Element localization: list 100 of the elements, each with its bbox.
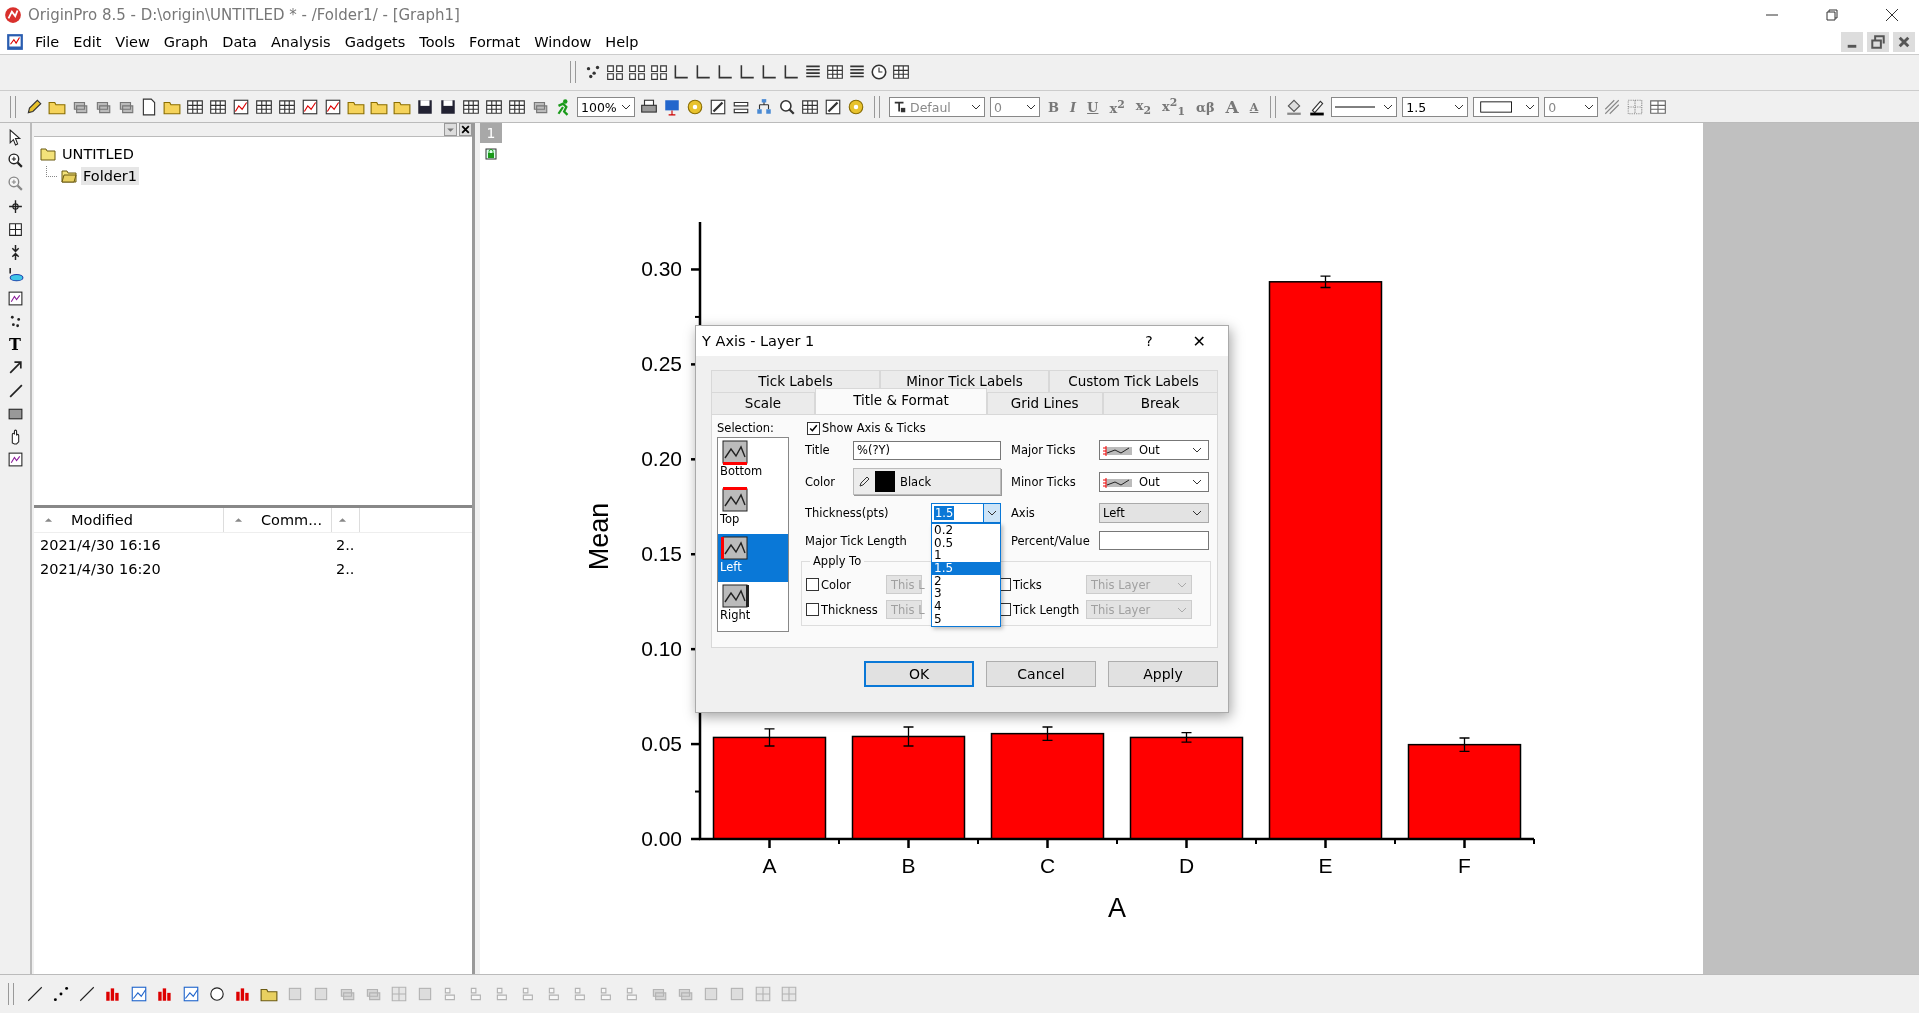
tab[interactable]: Grid Lines	[987, 392, 1103, 414]
bars-icon[interactable]	[234, 985, 252, 1003]
menu-item[interactable]: View	[108, 34, 157, 50]
lock-icon[interactable]	[485, 148, 497, 160]
dropdown-option[interactable]: 5	[932, 612, 1000, 626]
axes-icon[interactable]	[716, 63, 734, 81]
graph-document-icon[interactable]	[6, 33, 24, 51]
format-button[interactable]: αβ	[1192, 99, 1218, 115]
grid-icon[interactable]	[650, 63, 668, 81]
line-width-dropdown[interactable]: 1.5	[1402, 97, 1469, 117]
line-icon[interactable]	[26, 985, 44, 1003]
menu-item[interactable]: Format	[462, 34, 528, 50]
pencil-icon[interactable]	[709, 98, 727, 116]
menu-item[interactable]: Help	[598, 34, 646, 50]
menu-item[interactable]: Graph	[156, 34, 216, 50]
dialog-button[interactable]: Cancel	[986, 661, 1096, 687]
list-item[interactable]: Right	[718, 582, 788, 630]
thickness-dropdown[interactable]: 1.5	[931, 503, 1001, 523]
menu-item[interactable]: Gadgets	[337, 34, 413, 50]
column-header[interactable]: Modified	[34, 508, 224, 532]
format-button[interactable]: I	[1067, 99, 1080, 115]
dropdown-option[interactable]: 2	[932, 574, 1000, 588]
major-ticks-dropdown[interactable]: Out	[1099, 440, 1209, 460]
save-icon[interactable]	[439, 98, 457, 116]
table-icon[interactable]	[826, 63, 844, 81]
table-icon[interactable]	[255, 98, 273, 116]
table-icon[interactable]	[485, 98, 503, 116]
dropdown-option[interactable]: 3	[932, 587, 1000, 601]
axes-icon[interactable]	[694, 63, 712, 81]
format-button[interactable]: U	[1084, 99, 1102, 115]
dots-icon[interactable]	[584, 63, 602, 81]
color-dropdown[interactable]: Black	[853, 468, 1001, 495]
tab[interactable]: Break	[1102, 392, 1218, 414]
dropdown-option[interactable]: 0.5	[932, 536, 1000, 550]
font-dropdown[interactable]: Defaul	[889, 97, 985, 117]
close-icon[interactable]	[1885, 8, 1899, 22]
crosshair-icon[interactable]	[6, 198, 24, 215]
grid-icon[interactable]	[606, 63, 624, 81]
tab[interactable]: Title & Format	[815, 388, 987, 414]
magnifier-icon[interactable]	[6, 152, 24, 169]
list-item[interactable]: Bottom	[718, 438, 788, 486]
column-header[interactable]: Comm...	[224, 508, 332, 532]
restore-icon[interactable]	[1825, 8, 1839, 22]
zoom-dropdown[interactable]: 100%	[577, 97, 635, 117]
dropdown-option[interactable]: 1	[932, 549, 1000, 563]
format-button[interactable]: A	[1222, 97, 1242, 117]
ellipse-icon[interactable]	[6, 267, 24, 284]
dots-icon[interactable]	[52, 985, 70, 1003]
save-icon[interactable]	[416, 98, 434, 116]
format-button[interactable]: A	[1246, 100, 1262, 114]
grid-icon[interactable]	[6, 221, 24, 238]
dropdown-option[interactable]: 0.2	[932, 524, 1000, 537]
axes-icon[interactable]	[672, 63, 690, 81]
list-item[interactable]: Left	[718, 534, 788, 582]
table-icon[interactable]	[186, 98, 204, 116]
dialog-button[interactable]: OK	[864, 661, 974, 687]
table-icon[interactable]	[462, 98, 480, 116]
text-tool[interactable]: T	[9, 336, 21, 353]
axes-icon[interactable]	[738, 63, 756, 81]
table-icon[interactable]	[508, 98, 526, 116]
table-icon[interactable]	[801, 98, 819, 116]
close-button[interactable]: ✕	[1192, 331, 1206, 351]
menu-item[interactable]: Edit	[66, 34, 109, 50]
close-icon[interactable]	[459, 123, 472, 136]
minor-ticks-dropdown[interactable]: Out	[1099, 471, 1209, 492]
menu-item[interactable]: Analysis	[263, 34, 338, 50]
menu-item[interactable]: Window	[527, 34, 599, 50]
tree-icon[interactable]	[755, 98, 773, 116]
font-size-dropdown[interactable]: 0	[990, 97, 1040, 117]
tab[interactable]: Custom Tick Labels	[1049, 370, 1218, 392]
bars-icon[interactable]	[156, 985, 174, 1003]
bars-icon[interactable]	[104, 985, 122, 1003]
format-button[interactable]: x$_{2}$	[1132, 97, 1155, 117]
line-style-dropdown[interactable]	[1331, 97, 1398, 117]
format-button[interactable]: x$^{2}$	[1106, 97, 1128, 117]
bucket-icon[interactable]	[1285, 98, 1304, 116]
pen-icon[interactable]	[1308, 98, 1327, 116]
menu-item[interactable]: Tools	[412, 34, 463, 50]
help-button[interactable]: ?	[1145, 333, 1153, 349]
page-icon[interactable]	[140, 98, 158, 116]
line-icon[interactable]	[78, 985, 96, 1003]
pencil-icon[interactable]	[824, 98, 842, 116]
tab[interactable]: Tick Labels	[711, 370, 880, 392]
menu-item[interactable]: File	[28, 34, 67, 50]
show-axis-checkbox[interactable]: Show Axis & Ticks	[807, 421, 1211, 435]
grid-icon[interactable]	[628, 63, 646, 81]
border-dropdown[interactable]	[1473, 97, 1540, 117]
percent-value-field[interactable]	[1099, 531, 1209, 550]
dropdown-option[interactable]: 4	[932, 600, 1000, 613]
axis-dropdown[interactable]: Left	[1099, 503, 1209, 523]
axes-icon[interactable]	[782, 63, 800, 81]
minimize-icon[interactable]	[1841, 32, 1863, 52]
tree-item[interactable]: Folder1	[81, 167, 140, 185]
list-item[interactable]: Top	[718, 486, 788, 534]
table-icon[interactable]	[892, 63, 910, 81]
pattern-dropdown[interactable]: 0	[1544, 97, 1599, 117]
tab[interactable]: Scale	[711, 392, 815, 414]
table-icon[interactable]	[209, 98, 227, 116]
printer-icon[interactable]	[640, 98, 658, 116]
pencil-icon[interactable]	[25, 98, 43, 116]
